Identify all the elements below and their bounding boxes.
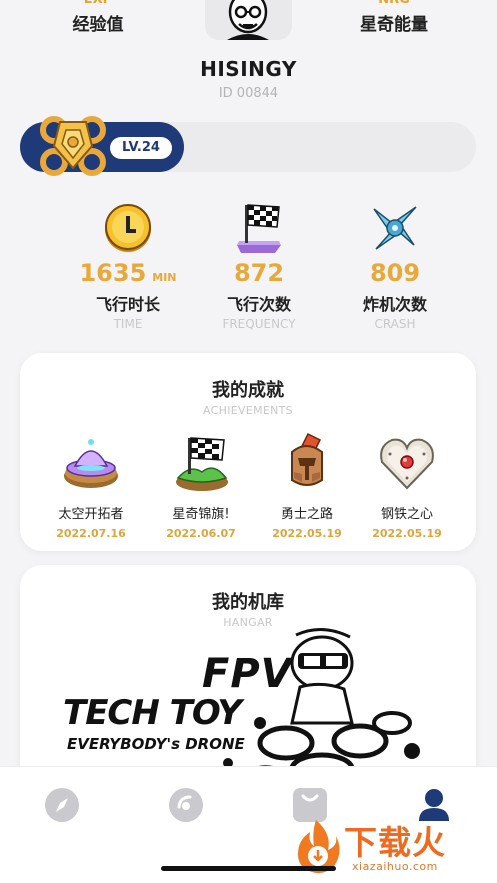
crash-label: 炸机次数 <box>362 295 427 314</box>
exp-abbr: EXP <box>38 0 158 8</box>
iron-heart-icon <box>380 438 434 490</box>
achievement-name: 钢铁之心 <box>380 507 433 522</box>
achievement-name: 太空开拓者 <box>58 507 124 522</box>
flight-frequency-value: 872 <box>233 259 285 287</box>
exp-stat[interactable]: EXP 经验值 <box>38 0 158 35</box>
warrior-helmet-icon <box>291 432 323 486</box>
crash-stat: 809 炸机次数 CRASH <box>320 200 470 331</box>
crash-value: 809 <box>369 259 421 287</box>
achievements-title: 我的成就 <box>212 380 284 401</box>
disc-icon <box>169 788 203 822</box>
level-badge-icon <box>40 112 106 180</box>
achievements-subtitle: ACHIEVEMENTS <box>203 404 293 417</box>
achievement-date: 2022.07.16 <box>56 527 126 540</box>
flight-frequency-label: 飞行次数 <box>226 295 291 314</box>
watermark-text: 下载火 <box>344 823 446 862</box>
compass-icon <box>45 788 79 822</box>
home-indicator[interactable] <box>161 866 336 871</box>
achievement-date: 2022.05.19 <box>372 527 442 540</box>
nrg-label: 星奇能量 <box>360 15 428 35</box>
achievements-card[interactable]: 我的成就 ACHIEVEMENTS 太空开拓者 2022.07.16 星奇锦旗!… <box>20 353 476 551</box>
flag-island-icon <box>176 437 228 491</box>
flight-time-label: 飞行时长 <box>95 295 160 314</box>
achievement-name: 星奇锦旗! <box>172 507 230 522</box>
cartoon-avatar-icon <box>227 0 269 40</box>
flight-time-value: 1635 <box>79 259 147 287</box>
exp-label: 经验值 <box>72 15 124 35</box>
achievement-item[interactable]: 太空开拓者 2022.07.16 <box>36 431 146 540</box>
avatar[interactable] <box>205 0 292 40</box>
hangar-art-line3: EVERYBODY's DRONE <box>67 735 245 753</box>
hangar-art-line2: TECH TOY <box>63 693 242 733</box>
clock-coin-icon <box>105 203 151 252</box>
achievement-date: 2022.05.19 <box>272 527 342 540</box>
flight-time-label-en: TIME <box>113 317 143 331</box>
achievement-item[interactable]: 星奇锦旗! 2022.06.07 <box>146 431 256 540</box>
hangar-title: 我的机库 <box>212 592 284 613</box>
flight-frequency-stat: 872 飞行次数 FREQUENCY <box>184 200 334 331</box>
achievement-name: 勇士之路 <box>280 507 333 522</box>
achievement-item[interactable]: 钢铁之心 2022.05.19 <box>352 431 462 540</box>
crash-label-en: CRASH <box>374 317 416 331</box>
flight-time-stat: 1635 MIN 飞行时长 TIME <box>53 200 203 331</box>
level-label: LV.24 <box>110 137 172 159</box>
nrg-abbr: NRG <box>334 0 454 8</box>
hangar-art-line1: FPV <box>202 651 293 697</box>
user-id: ID 00844 <box>218 86 279 101</box>
nav-explore[interactable] <box>42 785 82 825</box>
flight-time-unit: MIN <box>152 271 177 284</box>
username: HISINGY <box>200 57 297 81</box>
crashed-drone-icon <box>373 205 417 250</box>
ufo-icon <box>64 439 118 488</box>
achievement-item[interactable]: 勇士之路 2022.05.19 <box>252 431 362 540</box>
watermark-url: xiazaihuo.com <box>352 860 438 873</box>
checkered-flag-icon <box>237 203 281 253</box>
hangar-card[interactable]: 我的机库 HANGAR FPV TECH TOY EVERYBODY's DRO… <box>20 565 476 795</box>
flight-frequency-label-en: FREQUENCY <box>222 317 296 331</box>
nrg-stat[interactable]: NRG 星奇能量 <box>334 0 454 35</box>
achievement-date: 2022.06.07 <box>166 527 236 540</box>
nav-discover[interactable] <box>166 785 206 825</box>
